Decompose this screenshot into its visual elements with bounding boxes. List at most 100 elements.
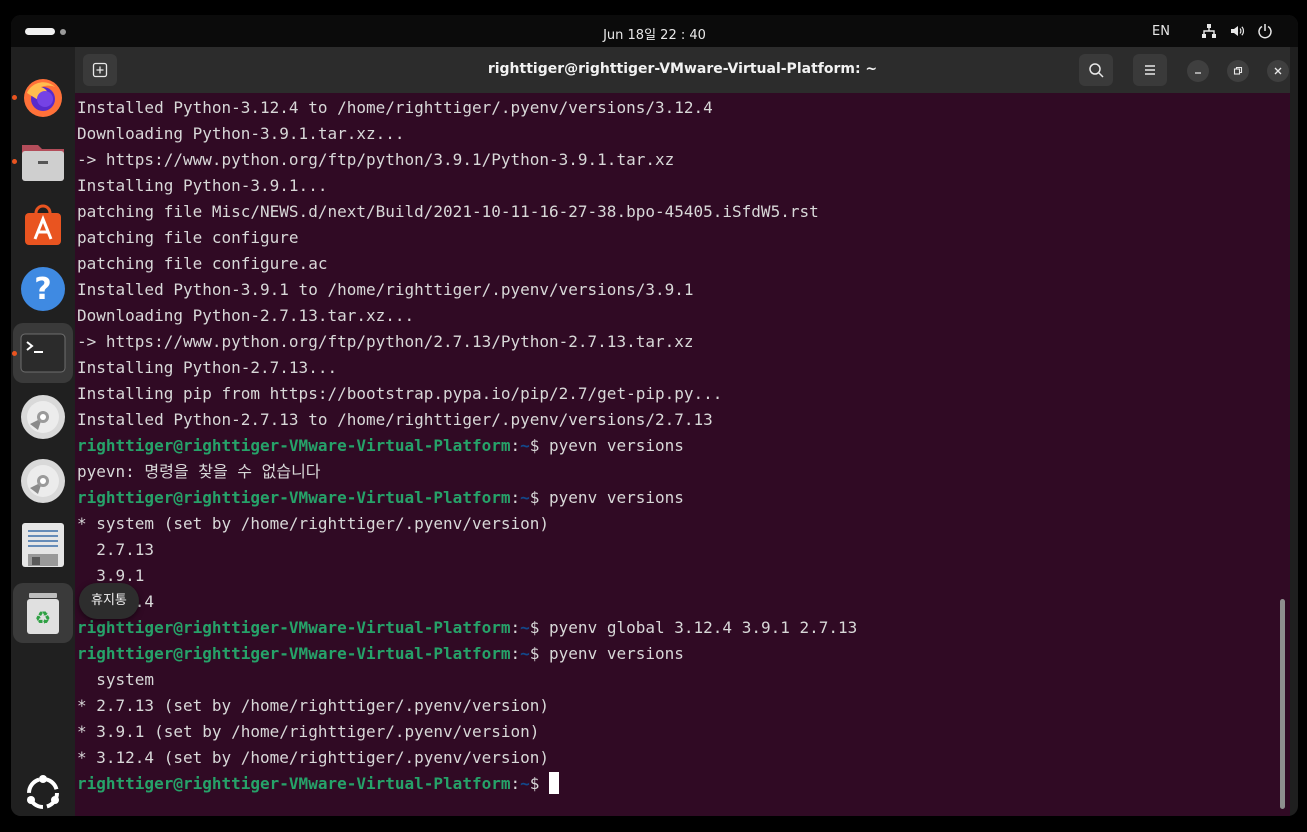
dock-show-apps[interactable] [13,763,73,816]
clock[interactable]: Jun 18일 22 : 40 [11,24,1298,43]
terminal-output-line: -> https://www.python.org/ftp/python/2.7… [77,329,1277,355]
close-icon [1274,67,1282,75]
text-cursor [549,772,560,794]
top-bar: Jun 18일 22 : 40 EN [11,15,1298,47]
prompt-symbol: $ [529,774,550,793]
prompt-path: ~ [520,618,530,637]
app-center-icon [25,204,61,245]
output-text: -> https://www.python.org/ftp/python/2.7… [77,332,694,351]
dock-trash[interactable]: ♻ [13,583,73,643]
power-icon[interactable] [1257,23,1273,39]
prompt-separator: : [510,618,521,637]
dock-terminal[interactable] [12,323,73,383]
output-text: * system (set by /home/righttiger/.pyenv… [77,514,550,533]
terminal-output-line: pyevn: 명령을 찾을 수 없습니다 [77,459,1277,485]
terminal-output-line: Installed Python-3.9.1 to /home/righttig… [77,277,1277,303]
dock-text-editor[interactable] [13,515,73,575]
output-text: pyevn: 명령을 찾을 수 없습니다 [77,462,321,481]
terminal-prompt-line: righttiger@righttiger-VMware-Virtual-Pla… [77,641,1277,667]
terminal-output-line: Downloading Python-3.9.1.tar.xz... [77,121,1277,147]
desktop-screen: Jun 18일 22 : 40 EN ? ♻ righttiger@rightt… [11,15,1298,816]
terminal-icon [20,333,66,373]
dock-tooltip: 휴지통 [79,583,139,619]
prompt-user-host: righttiger@righttiger-VMware-Virtual-Pla… [77,618,511,637]
command-text: pyenv global 3.12.4 3.9.1 2.7.13 [549,618,858,637]
output-text: Downloading Python-3.9.1.tar.xz... [77,124,405,143]
terminal-output-line: -> https://www.python.org/ftp/python/3.9… [77,147,1277,173]
terminal-prompt-line: righttiger@righttiger-VMware-Virtual-Pla… [77,485,1277,511]
terminal-output-line: * 2.7.13 (set by /home/righttiger/.pyenv… [77,693,1277,719]
prompt-symbol: $ [529,618,550,637]
show-apps-icon [27,775,59,809]
dock-firefox[interactable] [12,67,73,127]
prompt-user-host: righttiger@righttiger-VMware-Virtual-Pla… [77,774,511,793]
output-text: patching file Misc/NEWS.d/next/Build/202… [77,202,819,221]
command-text: pyevn versions [549,436,684,455]
prompt-symbol: $ [529,644,550,663]
firefox-icon [24,79,62,117]
title-bar[interactable]: righttiger@righttiger-VMware-Virtual-Pla… [75,47,1290,93]
terminal-output-line: system [77,667,1277,693]
output-text: system [77,670,155,689]
help-icon: ? [21,267,65,311]
output-text: Installing pip from https://bootstrap.py… [77,384,723,403]
restore-icon [1233,66,1243,75]
output-text: Downloading Python-2.7.13.tar.xz... [77,306,415,325]
maximize-button[interactable] [1227,60,1249,82]
search-button[interactable] [1079,54,1113,86]
prompt-path: ~ [520,436,530,455]
output-text: 2.7.13 [77,540,155,559]
terminal-output-line: Downloading Python-2.7.13.tar.xz... [77,303,1277,329]
prompt-separator: : [510,436,521,455]
terminal-output[interactable]: Installed Python-3.12.4 to /home/rightti… [77,95,1277,813]
output-text: * 3.9.1 (set by /home/righttiger/.pyenv/… [77,722,540,741]
command-text: pyenv versions [549,488,684,507]
terminal-output-line: patching file configure [77,225,1277,251]
terminal-output-line: * system (set by /home/righttiger/.pyenv… [77,511,1277,537]
terminal-output-line: patching file configure.ac [77,251,1277,277]
output-text: Installing Python-3.9.1... [77,176,328,195]
running-indicator [12,351,17,356]
dock-cd-drive-1[interactable] [13,387,73,447]
minimize-button[interactable] [1187,60,1209,82]
terminal-output-line: * 3.9.1 (set by /home/righttiger/.pyenv/… [77,719,1277,745]
running-indicator [12,159,17,164]
terminal-output-line: Installing Python-3.9.1... [77,173,1277,199]
output-text: Installing Python-2.7.13... [77,358,338,377]
close-button[interactable] [1267,60,1289,82]
text-editor-icon [22,523,64,567]
output-text: * 2.7.13 (set by /home/righttiger/.pyenv… [77,696,550,715]
scrollbar[interactable] [1280,599,1285,809]
dock-cd-drive-2[interactable] [13,451,73,511]
prompt-user-host: righttiger@righttiger-VMware-Virtual-Pla… [77,436,511,455]
running-indicator [12,95,17,100]
terminal-window: righttiger@righttiger-VMware-Virtual-Pla… [75,47,1290,816]
terminal-prompt-line: righttiger@righttiger-VMware-Virtual-Pla… [77,433,1277,459]
prompt-symbol: $ [529,488,550,507]
dock-app-center[interactable] [13,195,73,255]
prompt-symbol: $ [529,436,550,455]
prompt-separator: : [510,488,521,507]
output-text: patching file configure.ac [77,254,328,273]
terminal-prompt-line: righttiger@righttiger-VMware-Virtual-Pla… [77,771,1277,797]
terminal-output-line: 3.12.4 [77,589,1277,615]
dock-files[interactable] [12,131,73,191]
output-text: Installed Python-2.7.13 to /home/rightti… [77,410,713,429]
svg-text:?: ? [34,272,51,307]
trash-icon: ♻ [27,593,59,634]
prompt-user-host: righttiger@righttiger-VMware-Virtual-Pla… [77,644,511,663]
cd-drive-icon [21,459,65,503]
prompt-separator: : [510,644,521,663]
prompt-separator: : [510,774,521,793]
terminal-output-line: Installing Python-2.7.13... [77,355,1277,381]
cd-drive-icon [21,395,65,439]
input-language[interactable]: EN [1152,24,1170,39]
network-icon[interactable] [1201,23,1217,39]
terminal-output-line: Installed Python-3.12.4 to /home/rightti… [77,95,1277,121]
terminal-output-line: Installing pip from https://bootstrap.py… [77,381,1277,407]
output-text: patching file configure [77,228,299,247]
menu-button[interactable] [1133,54,1167,86]
terminal-output-line: patching file Misc/NEWS.d/next/Build/202… [77,199,1277,225]
dock-help[interactable]: ? [13,259,73,319]
volume-icon[interactable] [1229,23,1245,39]
